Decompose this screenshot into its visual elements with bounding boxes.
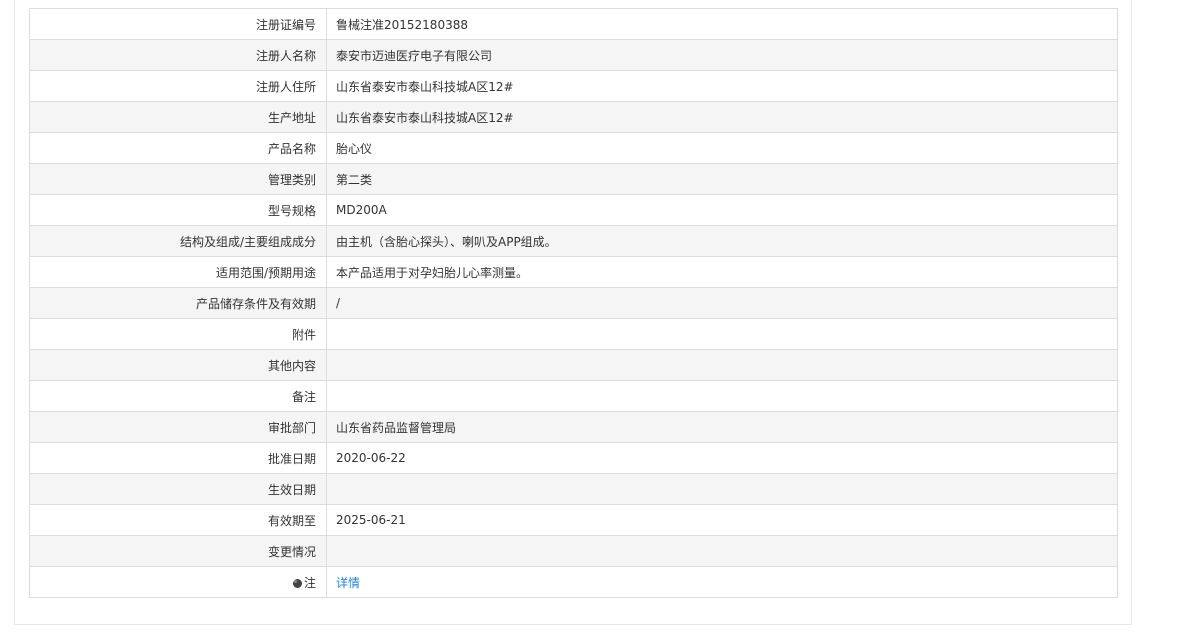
note-label: 注 <box>303 575 316 590</box>
row-value: 由主机（含胎心探头）、喇叭及APP组成。 <box>326 225 1118 257</box>
row-value <box>326 535 1118 567</box>
row-label: 其他内容 <box>29 349 327 381</box>
table-row: 注册证编号 鲁械注准20152180388 <box>29 8 1118 40</box>
table-row: 生产地址 山东省泰安市泰山科技城A区12# <box>29 101 1118 133</box>
registration-detail-table: 注册证编号 鲁械注准20152180388 注册人名称 泰安市迈迪医疗电子有限公… <box>29 8 1118 598</box>
row-value: 山东省泰安市泰山科技城A区12# <box>326 70 1118 102</box>
row-label: 审批部门 <box>29 411 327 443</box>
row-value: / <box>326 287 1118 319</box>
table-row: 产品名称 胎心仪 <box>29 132 1118 164</box>
table-row: 管理类别 第二类 <box>29 163 1118 195</box>
row-value <box>326 380 1118 412</box>
row-value: 胎心仪 <box>326 132 1118 164</box>
table-row: 型号规格 MD200A <box>29 194 1118 226</box>
note-label-cell: 注 <box>29 566 327 598</box>
row-label: 变更情况 <box>29 535 327 567</box>
row-label: 备注 <box>29 380 327 412</box>
row-label: 附件 <box>29 318 327 350</box>
details-link[interactable]: 详情 <box>336 576 360 590</box>
note-row: 注 详情 <box>29 566 1118 598</box>
row-label: 产品名称 <box>29 132 327 164</box>
table-row: 备注 <box>29 380 1118 412</box>
row-label: 生效日期 <box>29 473 327 505</box>
row-label: 批准日期 <box>29 442 327 474</box>
table-row: 附件 <box>29 318 1118 350</box>
row-label: 生产地址 <box>29 101 327 133</box>
row-value <box>326 318 1118 350</box>
table-row: 产品储存条件及有效期 / <box>29 287 1118 319</box>
table-row: 变更情况 <box>29 535 1118 567</box>
row-value <box>326 473 1118 505</box>
row-label: 有效期至 <box>29 504 327 536</box>
table-row: 结构及组成/主要组成成分 由主机（含胎心探头）、喇叭及APP组成。 <box>29 225 1118 257</box>
table-row: 注册人名称 泰安市迈迪医疗电子有限公司 <box>29 39 1118 71</box>
row-value: MD200A <box>326 194 1118 226</box>
table-row: 审批部门 山东省药品监督管理局 <box>29 411 1118 443</box>
row-value: 2025-06-21 <box>326 504 1118 536</box>
table-row: 注册人住所 山东省泰安市泰山科技城A区12# <box>29 70 1118 102</box>
row-value: 鲁械注准20152180388 <box>326 8 1118 40</box>
row-value: 第二类 <box>326 163 1118 195</box>
row-value: 泰安市迈迪医疗电子有限公司 <box>326 39 1118 71</box>
table-row: 其他内容 <box>29 349 1118 381</box>
row-label: 产品储存条件及有效期 <box>29 287 327 319</box>
row-label: 结构及组成/主要组成成分 <box>29 225 327 257</box>
table-row: 生效日期 <box>29 473 1118 505</box>
row-label: 注册证编号 <box>29 8 327 40</box>
row-value <box>326 349 1118 381</box>
row-label: 型号规格 <box>29 194 327 226</box>
row-value: 2020-06-22 <box>326 442 1118 474</box>
row-value: 本产品适用于对孕妇胎儿心率测量。 <box>326 256 1118 288</box>
row-label: 管理类别 <box>29 163 327 195</box>
note-value-cell: 详情 <box>326 566 1118 598</box>
row-value: 山东省药品监督管理局 <box>326 411 1118 443</box>
row-label: 注册人住所 <box>29 70 327 102</box>
row-value: 山东省泰安市泰山科技城A区12# <box>326 101 1118 133</box>
row-label: 适用范围/预期用途 <box>29 256 327 288</box>
table-row: 适用范围/预期用途 本产品适用于对孕妇胎儿心率测量。 <box>29 256 1118 288</box>
table-row: 有效期至 2025-06-21 <box>29 504 1118 536</box>
row-label: 注册人名称 <box>29 39 327 71</box>
note-icon <box>292 578 302 588</box>
table-row: 批准日期 2020-06-22 <box>29 442 1118 474</box>
